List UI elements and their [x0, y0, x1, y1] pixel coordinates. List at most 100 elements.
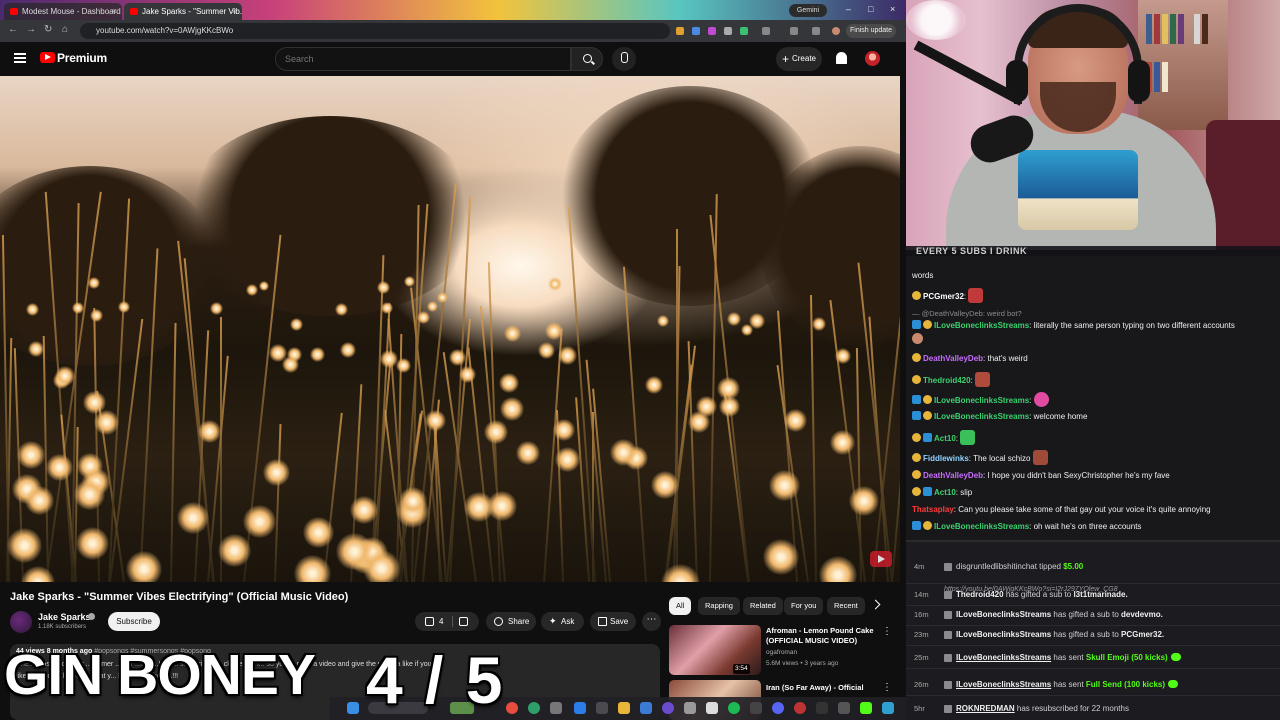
- extension-icon[interactable]: [692, 27, 700, 35]
- search-button[interactable]: [571, 47, 603, 71]
- search-input[interactable]: [275, 47, 571, 71]
- dandelion-seedhead: [610, 439, 637, 466]
- app-icon[interactable]: [574, 702, 586, 714]
- youtube-logo-icon[interactable]: [40, 52, 55, 63]
- chip-recent[interactable]: Recent: [827, 597, 865, 615]
- app-icon[interactable]: [662, 702, 674, 714]
- forward-icon[interactable]: →: [26, 24, 36, 35]
- recommendation-channel[interactable]: ogafroman: [766, 649, 797, 656]
- browser-tab-dashboard[interactable]: Modest Mouse - Dashboard | ×: [4, 3, 122, 20]
- app-icon[interactable]: [882, 702, 894, 714]
- app-icon[interactable]: [706, 702, 718, 714]
- create-button[interactable]: Create: [776, 47, 822, 71]
- recommendation-title[interactable]: Iran (So Far Away) - Official: [766, 683, 864, 692]
- event-row[interactable]: 4m disgruntledlibshitinchat tipped $5.00…: [906, 556, 1280, 593]
- app-icon[interactable]: [838, 702, 850, 714]
- voice-search-button[interactable]: [612, 47, 636, 71]
- extensions-puzzle-icon[interactable]: [762, 27, 770, 35]
- subscribe-button[interactable]: Subscribe: [108, 612, 160, 631]
- app-icon[interactable]: [528, 702, 540, 714]
- chat-username[interactable]: Act10: [934, 488, 956, 497]
- share-button[interactable]: Share: [486, 612, 536, 631]
- app-icon[interactable]: [640, 702, 652, 714]
- url-field[interactable]: youtube.com/watch?v=0AWjgKKcBWo: [80, 23, 670, 39]
- event-row[interactable]: 25m ILoveBoneclinksStreams has sent Skul…: [906, 647, 1280, 669]
- home-icon[interactable]: ⌂: [62, 24, 68, 35]
- chat-username[interactable]: Thatsaplay: [912, 505, 954, 514]
- chat-username[interactable]: ILoveBoneclinksStreams: [934, 321, 1029, 330]
- chat-username[interactable]: PCGmer32: [923, 292, 964, 301]
- chat-username[interactable]: DeathValleyDeb: [923, 471, 983, 480]
- minimize-icon[interactable]: –: [846, 4, 851, 14]
- extension-icon[interactable]: [708, 27, 716, 35]
- profile-avatar[interactable]: [832, 27, 840, 35]
- youtube-watermark-icon[interactable]: [870, 551, 892, 567]
- browser-tab-youtube[interactable]: Jake Sparks - "Summer Vib... ×: [124, 3, 242, 20]
- thumbs-down-icon[interactable]: [459, 617, 468, 626]
- save-button[interactable]: Save: [590, 612, 636, 631]
- extension-icon[interactable]: [740, 27, 748, 35]
- thumbs-up-icon[interactable]: [425, 617, 434, 626]
- video-player[interactable]: [0, 76, 900, 582]
- chat-username[interactable]: Act10: [934, 434, 956, 443]
- chip-related[interactable]: Related: [743, 597, 783, 615]
- chat-username[interactable]: Fiddlewinks: [923, 454, 969, 463]
- extension-icon[interactable]: [724, 27, 732, 35]
- dandelion-seedhead: [350, 496, 378, 524]
- close-tab-icon[interactable]: ×: [112, 3, 117, 20]
- event-row[interactable]: 16m ILoveBoneclinksStreams has gifted a …: [906, 604, 1280, 626]
- dandelion-seedhead: [335, 303, 348, 316]
- windows-start-icon[interactable]: [347, 702, 359, 714]
- ask-button[interactable]: ✦ Ask: [541, 612, 584, 631]
- chat-username[interactable]: ILoveBoneclinksStreams: [934, 396, 1029, 405]
- app-icon[interactable]: [794, 702, 806, 714]
- youtube-premium-label[interactable]: Premium: [57, 51, 107, 65]
- chat-username[interactable]: DeathValleyDeb: [923, 354, 983, 363]
- gemini-button[interactable]: Gemini: [789, 4, 827, 17]
- chat-username[interactable]: Thedroid420: [923, 376, 971, 385]
- app-icon[interactable]: [750, 702, 762, 714]
- recommendation-menu-icon[interactable]: ⋮: [882, 626, 892, 637]
- event-row[interactable]: 23m ILoveBoneclinksStreams has gifted a …: [906, 624, 1280, 646]
- finish-update-label: Finish update: [849, 27, 893, 34]
- channel-avatar[interactable]: [10, 611, 32, 633]
- spotify-icon[interactable]: [728, 702, 740, 714]
- kick-icon[interactable]: [860, 702, 872, 714]
- app-icon[interactable]: [550, 702, 562, 714]
- event-time: 26m: [914, 680, 929, 689]
- recommendation-menu-icon[interactable]: ⋮: [882, 682, 892, 693]
- recommendation-title[interactable]: Afroman - Lemon Pound Cake (OFFICIAL MUS…: [766, 626, 876, 646]
- app-icon[interactable]: [684, 702, 696, 714]
- grass-blade: [194, 330, 210, 582]
- finish-update-button[interactable]: Finish update: [846, 24, 896, 38]
- chat-username[interactable]: ILoveBoneclinksStreams: [934, 412, 1029, 421]
- like-count[interactable]: 4: [439, 612, 443, 631]
- maximize-icon[interactable]: □: [868, 4, 873, 14]
- chip-rapping[interactable]: Rapping: [698, 597, 740, 615]
- download-icon[interactable]: [812, 27, 820, 35]
- event-row[interactable]: 5hr ROKNREDMAN has resubscribed for 22 m…: [906, 698, 1280, 720]
- folder-icon[interactable]: [618, 702, 630, 714]
- account-avatar[interactable]: [865, 51, 880, 66]
- more-actions-button[interactable]: ⋯: [642, 612, 661, 631]
- discord-icon[interactable]: [772, 702, 784, 714]
- chat-username[interactable]: ILoveBoneclinksStreams: [934, 522, 1029, 531]
- close-window-icon[interactable]: ×: [890, 4, 895, 14]
- event-row[interactable]: 14m Thedroid420 has gifted a sub to l3t1…: [906, 584, 1280, 606]
- event-row[interactable]: 26m ILoveBoneclinksStreams has sent Full…: [906, 674, 1280, 696]
- chevron-right-icon[interactable]: [870, 599, 881, 610]
- close-tab-icon[interactable]: ×: [232, 3, 237, 20]
- channel-name[interactable]: Jake Sparks: [38, 612, 91, 622]
- emote-icon: [975, 372, 991, 387]
- chip-all[interactable]: All: [669, 597, 692, 615]
- extension-icon[interactable]: [676, 27, 684, 35]
- app-icon[interactable]: [816, 702, 828, 714]
- reload-icon[interactable]: ↻: [44, 24, 52, 35]
- app-icon[interactable]: [596, 702, 608, 714]
- hamburger-menu-icon[interactable]: [14, 53, 26, 63]
- sidebar-icon[interactable]: [790, 27, 798, 35]
- back-icon[interactable]: ←: [8, 24, 18, 35]
- chrome-icon[interactable]: [506, 702, 518, 714]
- chip-for-you[interactable]: For you: [784, 597, 824, 615]
- notifications-bell-icon[interactable]: [836, 52, 847, 64]
